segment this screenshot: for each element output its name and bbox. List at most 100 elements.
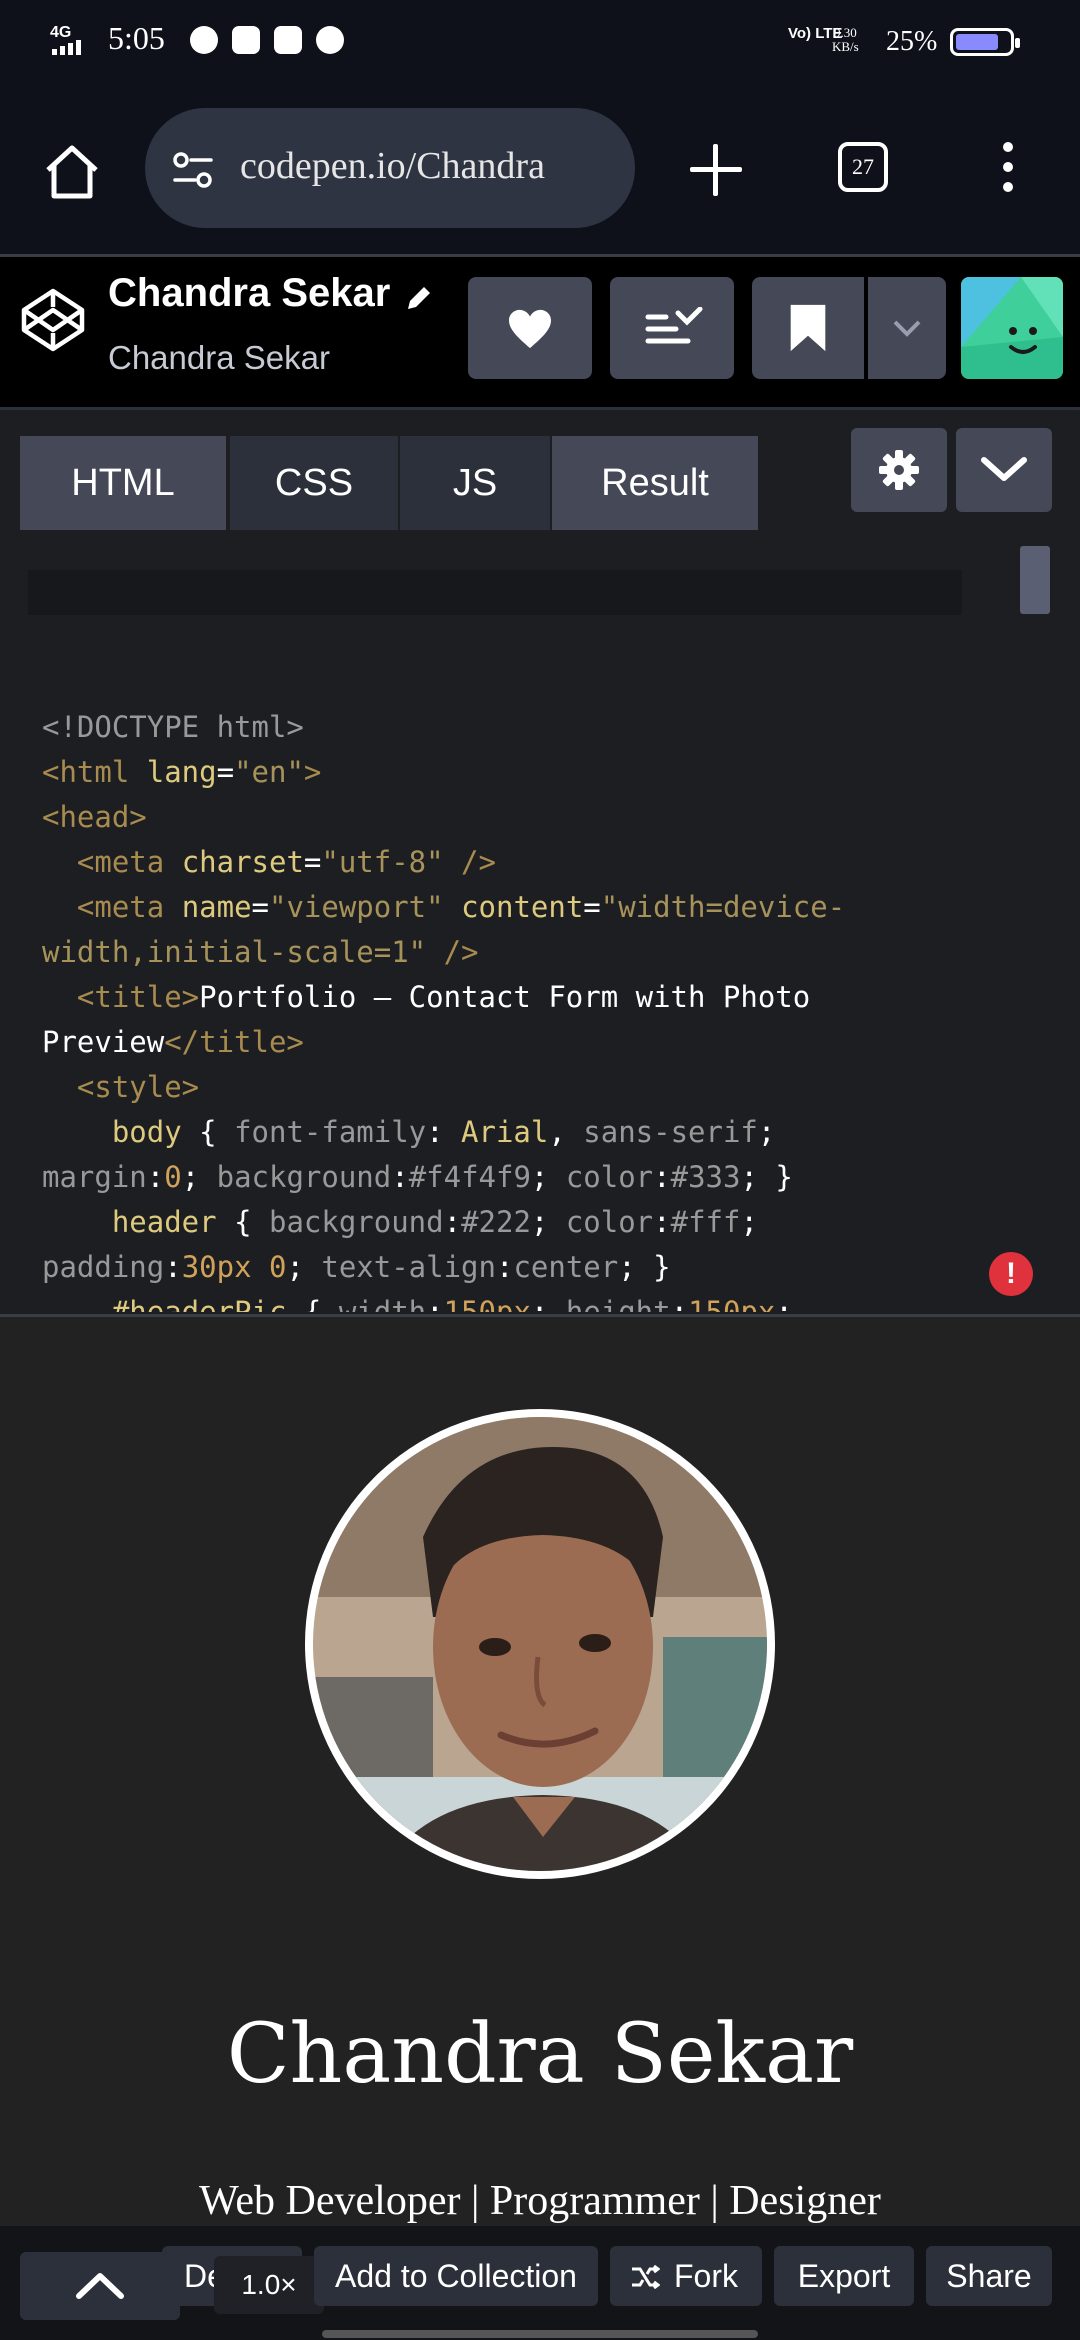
code-token: : [495, 1250, 514, 1284]
code-line[interactable]: <title>Portfolio — Contact Form with Pho… [42, 975, 1080, 1020]
active-line-highlight [28, 570, 962, 615]
collapse-editor-button[interactable] [956, 428, 1052, 512]
result-preview: Chandra Sekar Web Developer | Programmer… [0, 1314, 1080, 2229]
editor-settings-button[interactable] [851, 428, 947, 512]
code-token: color [565, 1205, 654, 1239]
profile-photo [313, 1417, 767, 1871]
like-button[interactable] [468, 277, 592, 379]
more-menu-icon[interactable] [998, 142, 1018, 200]
share-button[interactable]: Share [926, 2246, 1052, 2306]
code-token: : [653, 1160, 671, 1194]
tab-result[interactable]: Result [552, 436, 758, 530]
user-avatar[interactable] [961, 277, 1063, 379]
pen-author[interactable]: Chandra Sekar [108, 339, 330, 377]
network-speed: 9.30 KB/s [832, 26, 859, 54]
code-token: > [303, 755, 322, 789]
battery-icon [950, 28, 1020, 56]
editor-scrollbar[interactable] [1020, 546, 1050, 614]
codepen-logo-icon[interactable] [20, 287, 86, 353]
code-token: : [670, 1295, 689, 1312]
tab-switcher-button[interactable]: 27 [838, 142, 888, 192]
tab-html[interactable]: HTML [20, 436, 226, 530]
html-code-area[interactable]: <!DOCTYPE html> <html lang="en"> <head> <m… [0, 550, 1080, 1312]
code-token: #333 [670, 1160, 741, 1194]
new-tab-icon[interactable] [686, 140, 746, 200]
code-token: 150px [443, 1295, 531, 1312]
export-button[interactable]: Export [774, 2246, 914, 2306]
code-token: , [548, 1115, 584, 1149]
telegram-icon [190, 26, 218, 54]
home-icon[interactable] [40, 140, 104, 204]
code-token: text-align [321, 1250, 496, 1284]
code-line[interactable]: Preview</title> [42, 1020, 1080, 1065]
add-to-collection-button[interactable]: Add to Collection [314, 2246, 598, 2306]
code-token: : [164, 1250, 182, 1284]
code-token: "width=device- [600, 890, 846, 924]
code-token: sans-serif [583, 1115, 758, 1149]
code-token: ; } [740, 1160, 793, 1194]
code-line[interactable]: <style> [42, 1065, 1080, 1110]
code-token: /> [426, 935, 479, 969]
pencil-edit-icon[interactable] [402, 281, 436, 315]
codepen-header: Chandra Sekar Chandra Sekar [0, 257, 1080, 410]
chevron-up-icon [76, 2273, 124, 2299]
layout-icon [645, 307, 703, 344]
code-token: charset [181, 845, 304, 879]
code-token: <head> [42, 800, 147, 834]
code-line[interactable]: #headerPic { width:150px; height:150px; [42, 1290, 1080, 1312]
site-settings-icon[interactable] [171, 148, 215, 192]
code-line[interactable]: padding:30px 0; text-align:center; } [42, 1245, 1080, 1290]
code-token: lang [146, 755, 217, 789]
error-indicator-icon[interactable]: ! [989, 1252, 1033, 1296]
code-token: Preview [42, 1025, 165, 1059]
code-token: width,initial-scale=1" [42, 935, 427, 969]
code-token: body [42, 1115, 200, 1149]
code-token: font-family [234, 1115, 427, 1149]
code-line[interactable]: <html lang="en"> [42, 750, 1080, 795]
editor-footer-bar: De 1.0× Add to Collection Fork Export Sh… [0, 2226, 1080, 2340]
profile-photo-frame [305, 1409, 775, 1879]
code-token: width [338, 1295, 427, 1312]
code-token: : [146, 1160, 165, 1194]
code-token: #f4f4f9 [408, 1160, 531, 1194]
profile-tagline: Web Developer | Programmer | Designer [199, 2178, 881, 2224]
code-token: "utf-8" [321, 845, 444, 879]
code-token: { [199, 1115, 235, 1149]
collection-dropdown-button[interactable] [868, 277, 946, 379]
zoom-level-indicator[interactable]: 1.0× [214, 2256, 324, 2314]
code-token: : [653, 1205, 671, 1239]
code-line[interactable]: <meta name="viewport" content="width=dev… [42, 885, 1080, 930]
pen-title[interactable]: Chandra Sekar [108, 271, 390, 316]
code-line[interactable]: width,initial-scale=1" /> [42, 930, 1080, 975]
code-token: : [426, 1295, 444, 1312]
youtube-icon [232, 26, 260, 54]
code-token: ; [757, 1115, 776, 1149]
code-line[interactable]: <!DOCTYPE html> [42, 705, 1080, 750]
fork-button[interactable]: Fork [610, 2246, 762, 2306]
code-token: : [426, 1115, 462, 1149]
tab-js[interactable]: JS [400, 436, 550, 530]
code-line[interactable]: header { background:#222; color:#fff; [42, 1200, 1080, 1245]
code-token: "en" [234, 755, 304, 789]
code-token: center [513, 1250, 619, 1284]
browser-toolbar: codepen.io/Chandra 27 [0, 90, 1080, 257]
clock: 5:05 [108, 20, 165, 56]
code-line[interactable]: body { font-family: Arial, sans-serif; [42, 1110, 1080, 1155]
code-line[interactable]: <meta charset="utf-8" /> [42, 840, 1080, 885]
chevron-down-icon [981, 457, 1027, 481]
layout-options-button[interactable] [610, 277, 734, 379]
code-token: ; [530, 1160, 566, 1194]
code-line[interactable]: margin:0; background:#f4f4f9; color:#333… [42, 1155, 1080, 1200]
url-text[interactable]: codepen.io/Chandra [240, 144, 545, 188]
code-token: <title> [42, 980, 200, 1014]
expand-console-button[interactable] [20, 2252, 180, 2320]
code-token: name [181, 890, 252, 924]
bookmark-button[interactable] [752, 277, 864, 379]
gesture-nav-handle[interactable] [322, 2330, 758, 2338]
status-bar: 4G 5:05 Vo) LTE 9.30 KB/s 25% [0, 0, 1080, 90]
code-line[interactable]: <head> [42, 795, 1080, 840]
tab-css[interactable]: CSS [230, 436, 398, 530]
address-bar[interactable]: codepen.io/Chandra [145, 108, 635, 228]
chevron-down-icon [893, 320, 921, 337]
code-token: 30px 0 [181, 1250, 287, 1284]
